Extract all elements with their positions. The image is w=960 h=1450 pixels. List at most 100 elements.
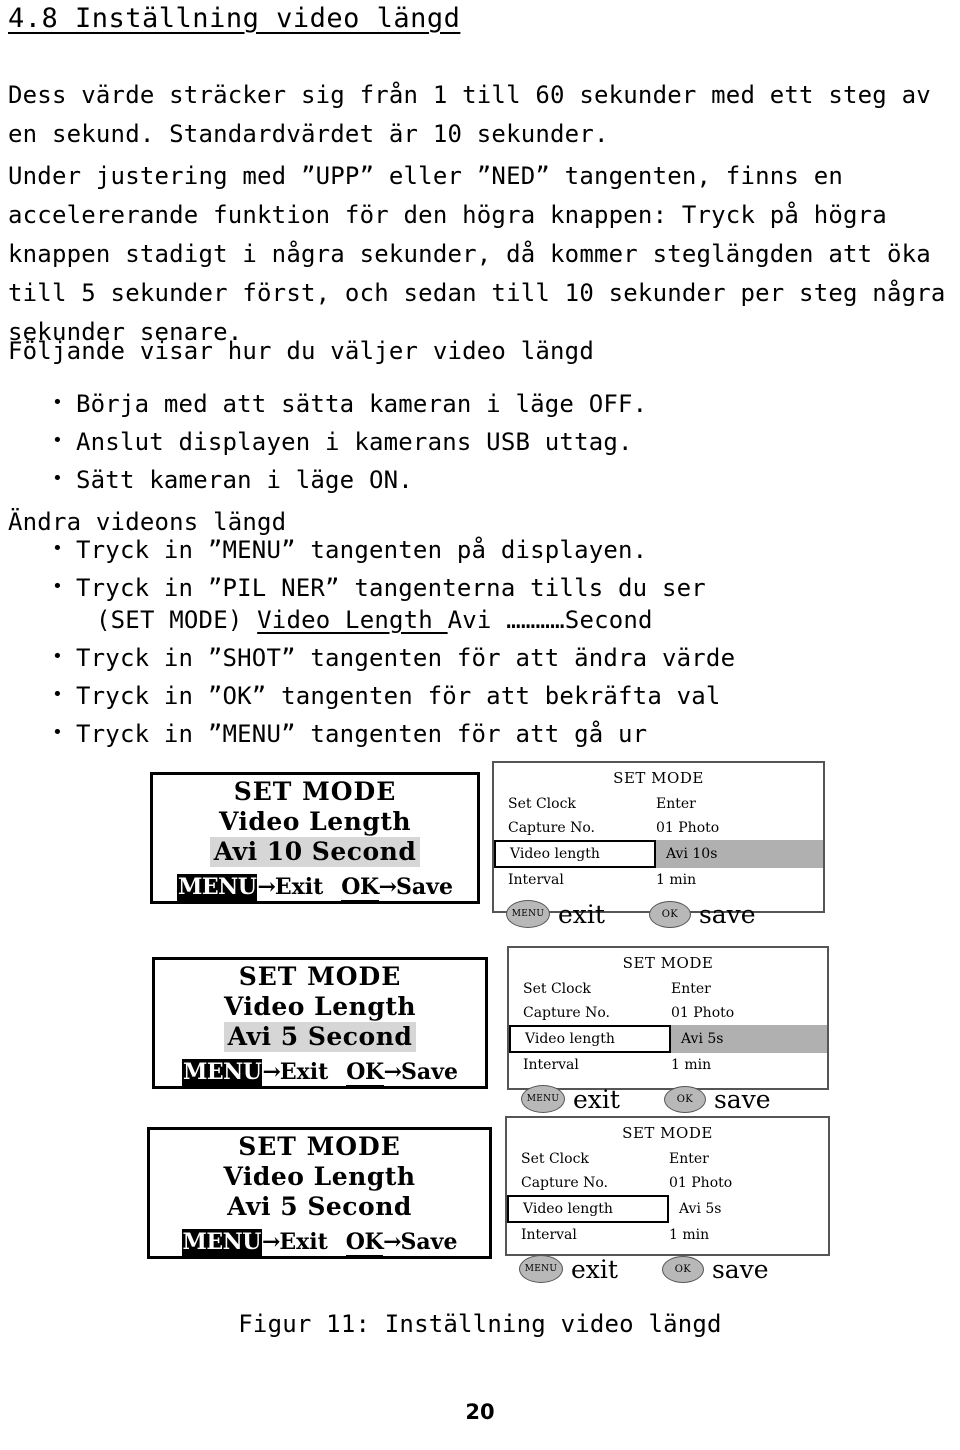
menu-row-value: Enter <box>656 796 696 812</box>
menu-row-set-clock: Set Clock Enter <box>509 977 827 1001</box>
video-length-underlined: Video Length <box>257 606 448 634</box>
menu-row-capture-no: Capture No. 01 Photo <box>494 816 823 840</box>
menu-key-icon: MENU <box>182 1058 263 1088</box>
setup-step-list: Börja med att sätta kameran i läge OFF. … <box>8 387 956 502</box>
ok-key-icon: OK <box>346 1058 384 1088</box>
exit-label: Exit <box>279 1058 329 1085</box>
ok-button-icon: OK <box>663 1085 706 1113</box>
menu-title: SET MODE <box>622 954 714 972</box>
change-length-step-list: Tryck in ”MENU” tangenten på displayen. … <box>8 533 956 756</box>
list-item-line: Tryck in ”PIL NER” tangenterna tills du … <box>76 574 706 602</box>
lcd-footer: MENU→Exit OK→Save <box>177 873 453 903</box>
menu-row-label: Interval <box>508 872 564 888</box>
menu-footer: MENU exit OK save <box>507 1251 828 1287</box>
menu-row-value: Avi 10s <box>656 840 823 868</box>
exit-label: Exit <box>279 1228 328 1255</box>
menu-row-label: Video length <box>507 1195 669 1223</box>
menu-row-value: 1 min <box>671 1057 712 1073</box>
menu-row-interval: Interval 1 min <box>494 868 823 892</box>
menu-row-value: Avi 5s <box>671 1025 827 1053</box>
ok-key-icon: OK <box>341 873 379 903</box>
lcd-title: SET MODE <box>238 961 402 991</box>
camera-menu-panel: SET MODE Set Clock Enter Capture No. 01 … <box>492 761 825 929</box>
menu-row-value: 1 min <box>656 872 697 888</box>
paragraph-value-range: Dess värde sträcker sig från 1 till 60 s… <box>8 81 931 148</box>
exit-label: exit <box>558 899 605 929</box>
save-label: Save <box>396 873 453 900</box>
arrow-icon: → <box>262 1058 280 1085</box>
list-item: Börja med att sätta kameran i läge OFF. <box>8 387 956 420</box>
lcd-display-panel: SET MODE Video Length Avi 10 Second MENU… <box>150 772 480 904</box>
menu-row-value: 1 min <box>669 1227 710 1243</box>
lcd-value: Avi 10 Second <box>209 836 421 867</box>
exit-label: exit <box>571 1254 618 1284</box>
menu-row-label: Interval <box>521 1227 577 1243</box>
menu-row-value: Avi 5s <box>679 1201 722 1217</box>
set-mode-prefix: (SET MODE) <box>96 606 258 634</box>
menu-row-interval: Interval 1 min <box>507 1223 828 1247</box>
menu-row-interval: Interval 1 min <box>509 1053 827 1077</box>
exit-label: Exit <box>274 873 324 900</box>
list-item-subline: (SET MODE) Video Length Avi …………Second <box>76 604 956 636</box>
menu-key-icon: MENU <box>181 1228 262 1258</box>
menu-row-label: Capture No. <box>521 1175 608 1191</box>
menu-row-video-length: Video length Avi 10s <box>494 840 823 868</box>
save-label: Save <box>401 1058 458 1085</box>
list-item: Tryck in ”PIL NER” tangenterna tills du … <box>8 571 956 636</box>
paragraph-acceleration: Under justering med ”UPP” eller ”NED” ta… <box>8 162 946 346</box>
menu-row-label: Capture No. <box>523 1005 610 1021</box>
menu-row-value: 01 Photo <box>671 1005 735 1021</box>
lcd-subtitle: Video Length <box>218 806 412 836</box>
menu-row-set-clock: Set Clock Enter <box>494 792 823 816</box>
menu-footer: MENU exit OK save <box>494 896 823 932</box>
menu-row-capture-no: Capture No. 01 Photo <box>507 1171 828 1195</box>
menu-row-label: Set Clock <box>523 981 591 997</box>
list-item: Anslut displayen i kamerans USB uttag. <box>8 425 956 458</box>
arrow-icon: → <box>383 1058 402 1085</box>
camera-menu-panel: SET MODE Set Clock Enter Capture No. 01 … <box>507 946 829 1114</box>
ok-button-icon: OK <box>648 900 691 928</box>
menu-button-icon: MENU <box>506 900 550 928</box>
menu-row-value: 01 Photo <box>656 820 720 836</box>
lcd-footer: MENU→Exit OK→Save <box>182 1058 458 1088</box>
save-label: Save <box>400 1228 458 1255</box>
page-number: 20 <box>465 1400 495 1424</box>
menu-title: SET MODE <box>613 769 704 787</box>
arrow-icon: → <box>383 1228 401 1255</box>
document-page: 4.8 Inställning video längd Dess värde s… <box>0 0 960 1450</box>
lcd-display-panel: SET MODE Video Length Avi 5 Second MENU→… <box>152 957 488 1089</box>
menu-row-value: 01 Photo <box>669 1175 733 1191</box>
lcd-display-panel: SET MODE Video Length Avi 5 Second MENU→… <box>147 1127 492 1259</box>
menu-row-label: Capture No. <box>508 820 595 836</box>
arrow-icon: → <box>378 873 397 900</box>
menu-row-label: Video length <box>494 840 656 868</box>
menu-row-value: Enter <box>669 1151 709 1167</box>
arrow-icon: → <box>261 1228 280 1255</box>
avi-second-suffix: Avi …………Second <box>447 606 653 634</box>
figure-11: SET MODE Video Length Avi 10 Second MENU… <box>0 755 960 1295</box>
menu-row-capture-no: Capture No. 01 Photo <box>509 1001 827 1025</box>
menu-row-video-length: Video length Avi 5s <box>507 1195 828 1223</box>
menu-row-label: Interval <box>523 1057 579 1073</box>
figure-row: SET MODE Video Length Avi 5 Second MENU→… <box>0 940 960 1114</box>
list-item: Tryck in ”MENU” tangenten för att gå ur <box>8 717 956 750</box>
ok-key-icon: OK <box>345 1228 384 1258</box>
menu-row-label: Video length <box>509 1025 671 1053</box>
camera-menu-panel: SET MODE Set Clock Enter Capture No. 01 … <box>505 1116 830 1284</box>
lcd-title: SET MODE <box>233 776 397 806</box>
list-item: Tryck in ”MENU” tangenten på displayen. <box>8 533 956 566</box>
arrow-icon: → <box>257 873 275 900</box>
ok-button-icon: OK <box>661 1255 704 1283</box>
lcd-subtitle: Video Length <box>223 1161 416 1191</box>
lcd-value: Avi 5 Second <box>223 1021 417 1052</box>
menu-row-video-length: Video length Avi 5s <box>509 1025 827 1053</box>
page-title: 4.8 Inställning video längd <box>8 3 461 34</box>
save-label: save <box>698 899 756 929</box>
save-label: save <box>711 1254 769 1284</box>
list-item: Sätt kameran i läge ON. <box>8 463 956 496</box>
menu-row-set-clock: Set Clock Enter <box>507 1147 828 1171</box>
figure-row: SET MODE Video Length Avi 5 Second MENU→… <box>0 1110 960 1284</box>
figure-caption: Figur 11: Inställning video längd <box>238 1310 722 1338</box>
menu-row-value: Enter <box>671 981 711 997</box>
paragraph-intro-steps: Följande visar hur du väljer video längd <box>8 337 594 365</box>
